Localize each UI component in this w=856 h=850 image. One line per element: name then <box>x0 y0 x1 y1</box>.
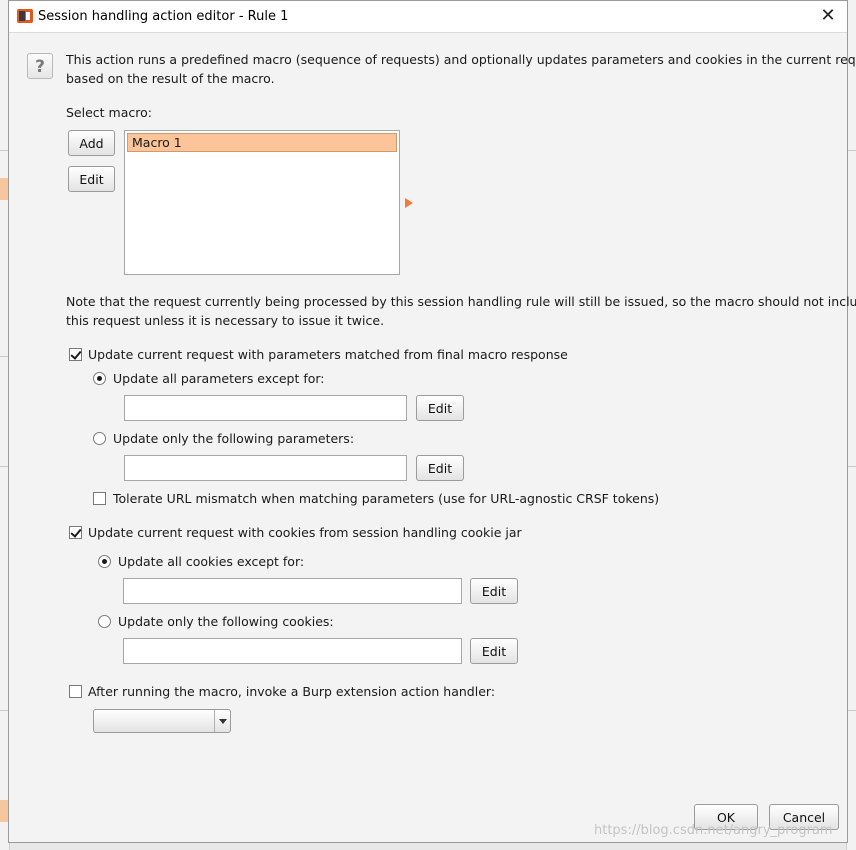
extension-handler-select[interactable] <box>93 709 231 733</box>
edit-parameters-except-button[interactable]: Edit <box>416 395 464 421</box>
title-bar[interactable]: Session handling action editor - Rule 1 … <box>9 1 847 32</box>
background-divider <box>847 150 856 151</box>
update-parameters-checkbox[interactable] <box>69 348 82 361</box>
add-macro-button[interactable]: Add <box>68 130 115 156</box>
macro-list-item[interactable]: Macro 1 <box>127 133 397 152</box>
tolerate-url-mismatch-label: Tolerate URL mismatch when matching para… <box>113 491 660 506</box>
cookies-except-input[interactable] <box>123 578 462 604</box>
update-only-cookies-radio[interactable] <box>98 615 111 628</box>
cookies-only-input[interactable] <box>123 638 462 664</box>
update-cookies-label: Update current request with cookies from… <box>88 525 522 540</box>
dialog-title: Session handling action editor - Rule 1 <box>38 9 289 24</box>
edit-cookies-only-button[interactable]: Edit <box>470 638 518 664</box>
session-handling-action-editor-dialog: Session handling action editor - Rule 1 … <box>8 0 856 843</box>
tolerate-url-mismatch-checkbox[interactable] <box>93 492 106 505</box>
help-icon[interactable]: ? <box>27 53 53 79</box>
description-line-1: This action runs a predefined macro (seq… <box>66 52 856 67</box>
note-line-1: Note that the request currently being pr… <box>66 294 856 309</box>
background-divider <box>847 710 856 711</box>
close-icon: ✕ <box>820 5 836 26</box>
update-only-parameters-label: Update only the following parameters: <box>113 431 355 446</box>
edit-macro-button[interactable]: Edit <box>68 166 115 192</box>
chevron-down-icon[interactable] <box>214 710 230 732</box>
update-all-cookies-radio[interactable] <box>98 555 111 568</box>
splitter-arrow-icon <box>405 198 413 208</box>
watermark-text: https://blog.csdn.net/angry_program <box>594 823 833 838</box>
edit-parameters-only-button[interactable]: Edit <box>416 455 464 481</box>
update-cookies-checkbox[interactable] <box>69 526 82 539</box>
update-all-parameters-label: Update all parameters except for: <box>113 371 325 386</box>
update-all-parameters-radio[interactable] <box>93 372 106 385</box>
update-only-cookies-label: Update only the following cookies: <box>118 614 334 629</box>
background-divider <box>847 466 856 467</box>
invoke-extension-handler-label: After running the macro, invoke a Burp e… <box>88 684 496 699</box>
note-line-2: this request unless it is necessary to i… <box>66 313 385 328</box>
dialog-body: ? This action runs a predefined macro (s… <box>9 32 856 791</box>
update-parameters-label: Update current request with parameters m… <box>88 347 568 362</box>
update-only-parameters-radio[interactable] <box>93 432 106 445</box>
close-button[interactable]: ✕ <box>817 5 839 27</box>
parameters-only-input[interactable] <box>124 455 407 481</box>
update-all-cookies-label: Update all cookies except for: <box>118 554 305 569</box>
edit-cookies-except-button[interactable]: Edit <box>470 578 518 604</box>
macro-list[interactable]: Macro 1 <box>124 130 400 275</box>
description-line-2: based on the result of the macro. <box>66 71 275 86</box>
burp-app-icon <box>17 9 33 23</box>
select-macro-label: Select macro: <box>66 105 152 120</box>
parameters-except-input[interactable] <box>124 395 407 421</box>
invoke-extension-handler-checkbox[interactable] <box>69 685 82 698</box>
